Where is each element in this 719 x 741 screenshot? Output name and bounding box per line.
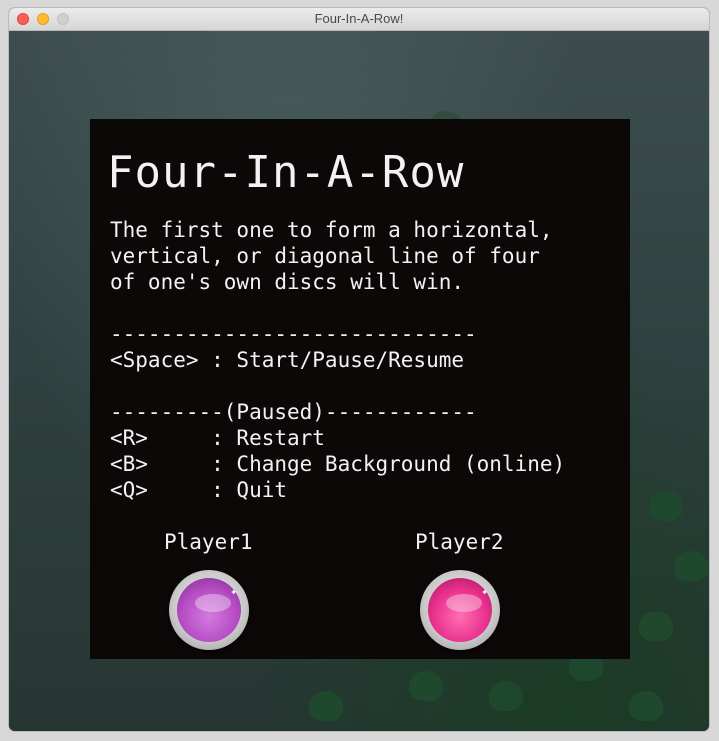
ivy-leaf bbox=[674, 551, 708, 581]
ivy-leaf bbox=[639, 611, 673, 641]
player1-label: Player1 bbox=[164, 530, 253, 554]
game-description: The first one to form a horizontal, vert… bbox=[110, 218, 553, 294]
disc-shine bbox=[195, 594, 231, 612]
player1-disc-icon: ✦ bbox=[169, 570, 249, 650]
info-panel: Four-In-A-Row The first one to form a ho… bbox=[90, 119, 630, 659]
ivy-leaf bbox=[309, 691, 343, 721]
app-window: Four-In-A-Row! Four-In-A-Row The first o… bbox=[9, 8, 709, 731]
sparkle-icon: ✦ bbox=[230, 585, 237, 598]
ivy-leaf bbox=[649, 491, 683, 521]
window-title: Four-In-A-Row! bbox=[314, 11, 404, 26]
ivy-leaf bbox=[629, 691, 663, 721]
player2-disc-icon: ✦ bbox=[420, 570, 500, 650]
sparkle-icon: ✦ bbox=[481, 585, 488, 598]
title-bar[interactable]: Four-In-A-Row! bbox=[9, 8, 709, 31]
disc-shine bbox=[446, 594, 482, 612]
controls-help: ----------------------------- <Space> : … bbox=[110, 322, 566, 502]
ivy-leaf bbox=[489, 681, 523, 711]
player2-label: Player2 bbox=[415, 530, 504, 554]
game-canvas[interactable]: Four-In-A-Row The first one to form a ho… bbox=[9, 31, 709, 731]
game-title: Four-In-A-Row bbox=[107, 147, 465, 198]
ivy-leaf bbox=[409, 671, 443, 701]
